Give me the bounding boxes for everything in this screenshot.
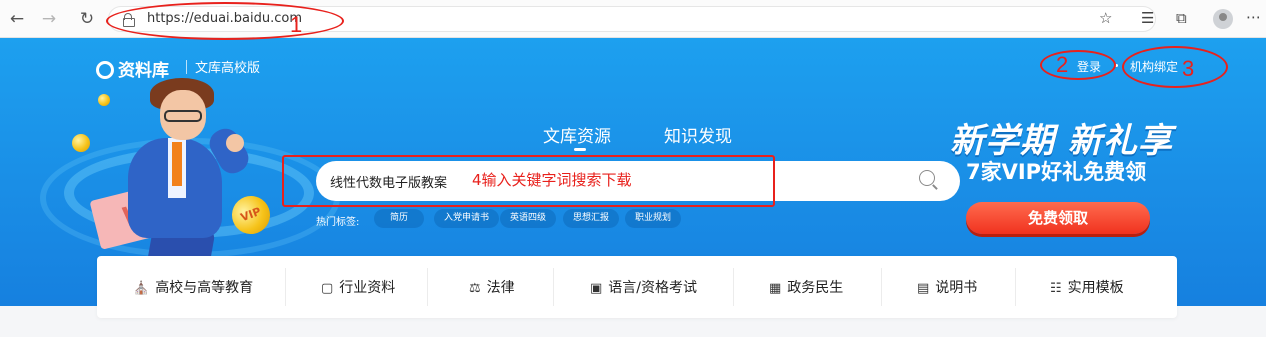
book-icon: ▢ (321, 281, 334, 296)
favorites-icon[interactable]: ☰ (1141, 9, 1154, 27)
template-icon: ☷ (1050, 281, 1062, 296)
coin-icon (98, 94, 110, 106)
category-divider (1015, 268, 1016, 306)
back-arrow-icon[interactable]: ← (6, 8, 28, 30)
tab-knowledge-discovery[interactable]: 知识发现 (664, 122, 732, 147)
promo-subtitle: 7家VIP好礼免费领 (966, 160, 1147, 184)
annotation-oval-login (1040, 50, 1116, 80)
annotation-number-1: 1 (290, 12, 303, 37)
hot-tag[interactable]: 入党申请书 (434, 209, 500, 228)
category-divider (881, 268, 882, 306)
site-logo[interactable]: 资料库 (96, 56, 169, 81)
active-tab-indicator (574, 148, 586, 151)
category-divider (427, 268, 428, 306)
category-industry[interactable]: ▢ 行业资料 (321, 277, 395, 297)
character-hand (226, 134, 244, 152)
reload-icon[interactable]: ↻ (76, 8, 98, 30)
manual-icon: ▤ (917, 281, 930, 296)
character-glasses (164, 110, 202, 122)
forward-arrow-icon[interactable]: → (38, 8, 60, 30)
save-icon: ▣ (590, 281, 603, 296)
category-government[interactable]: ▦ 政务民生 (769, 277, 843, 297)
tab-library-resources[interactable]: 文库资源 (543, 122, 611, 147)
category-divider (733, 268, 734, 306)
annotation-number-3: 3 (1182, 56, 1195, 81)
claim-free-button[interactable]: 免费领取 (966, 202, 1150, 234)
logo-text: 资料库 (118, 61, 169, 81)
add-favorite-icon[interactable]: ☆ (1099, 9, 1112, 27)
category-bar: ⛪ 高校与高等教育 ▢ 行业资料 ⚖ 法律 ▣ 语言/资格考试 ▦ 政务民生 ▤ 说明书 ☷… (97, 256, 1177, 318)
government-icon: ▦ (769, 281, 782, 296)
promo-title: 新学期 新礼享 (950, 121, 1173, 161)
annotation-number-2: 2 (1056, 52, 1069, 77)
category-divider (285, 268, 286, 306)
coin-icon (72, 134, 90, 152)
annotation-oval-url (106, 2, 344, 40)
hot-tag[interactable]: 简历 (374, 209, 425, 228)
logo-subtitle: 文库高校版 (195, 61, 261, 76)
category-templates[interactable]: ☷ 实用模板 (1050, 277, 1124, 297)
category-higher-education[interactable]: ⛪ 高校与高等教育 (133, 277, 253, 297)
category-law[interactable]: ⚖ 法律 (469, 277, 515, 297)
category-divider (553, 268, 554, 306)
search-icon[interactable] (919, 170, 935, 186)
hot-tags-label: 热门标签: (316, 217, 360, 228)
hot-tag[interactable]: 职业规划 (625, 209, 682, 228)
profile-avatar[interactable] (1213, 9, 1233, 29)
hot-tag[interactable]: 思想汇报 (563, 209, 620, 228)
annotation-search-note: 4输入关键字词搜索下载 (472, 171, 632, 189)
logo-icon (96, 61, 114, 79)
character-tie (172, 142, 182, 186)
annotation-oval-institution (1122, 46, 1228, 88)
collections-icon[interactable]: ⧉ (1176, 9, 1187, 27)
more-menu-icon[interactable]: ⋯ (1246, 8, 1261, 26)
hot-tag[interactable]: 英语四级 (500, 209, 557, 228)
gavel-icon: ⚖ (469, 281, 481, 296)
category-language-exam[interactable]: ▣ 语言/资格考试 (590, 277, 697, 297)
university-icon: ⛪ (133, 281, 150, 296)
category-manual[interactable]: ▤ 说明书 (917, 277, 977, 297)
logo-divider (186, 60, 187, 74)
